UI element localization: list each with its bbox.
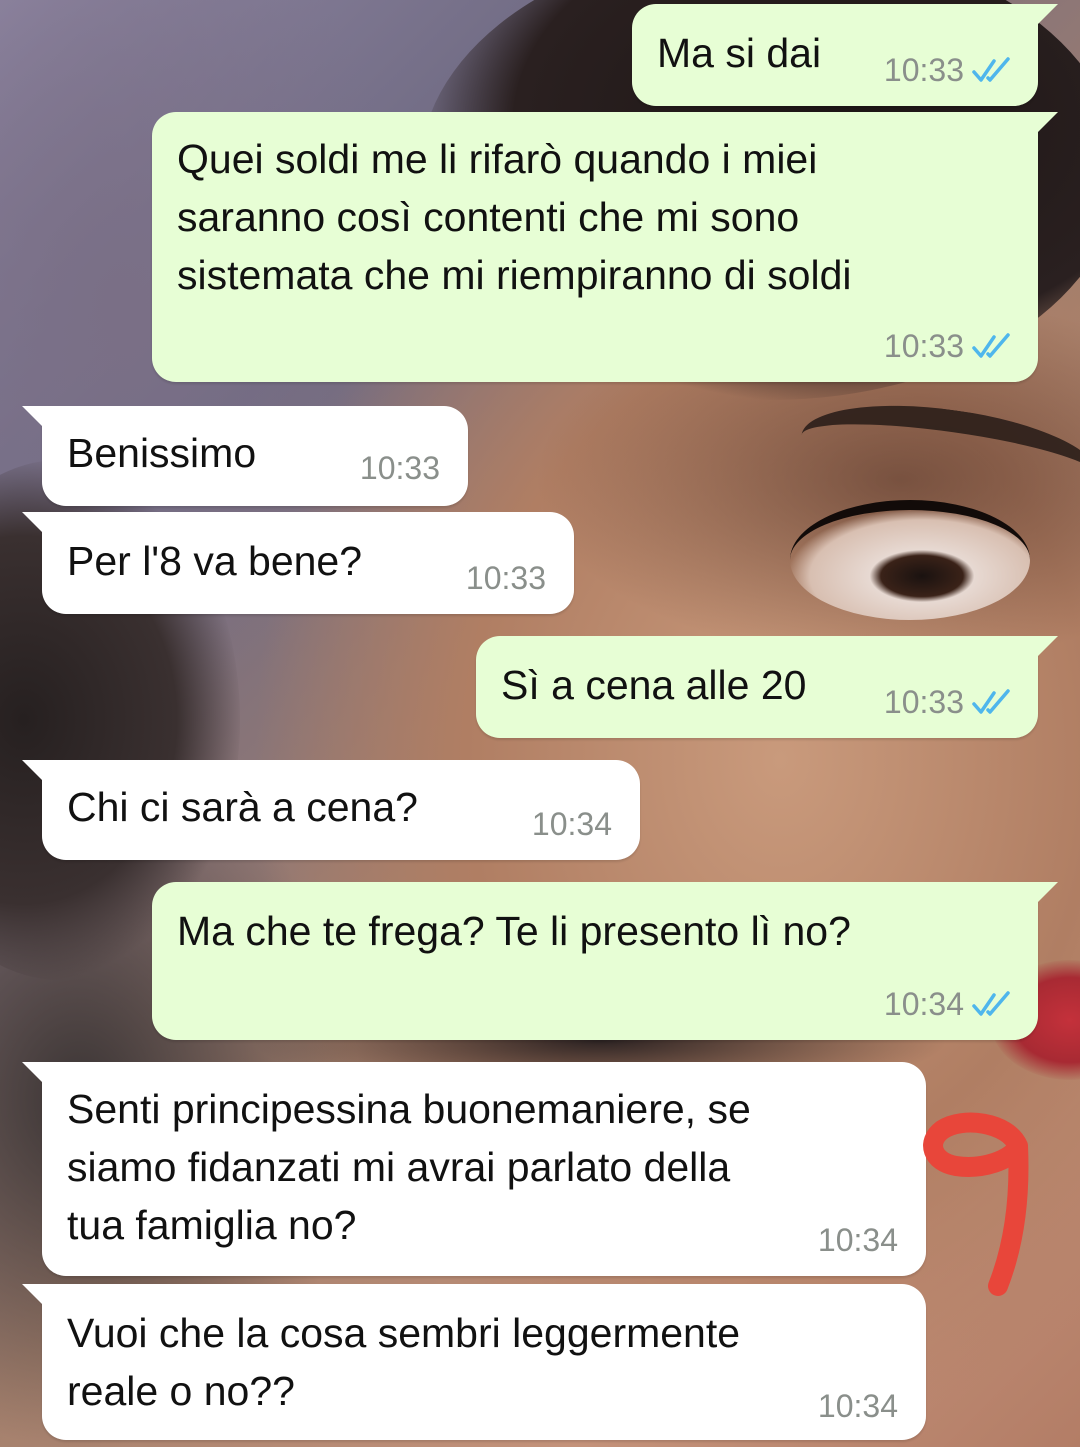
- incoming-message[interactable]: Benissimo 10:33: [22, 406, 468, 506]
- message-meta: 10:33: [466, 560, 546, 596]
- message-meta: 10:33: [884, 52, 1014, 88]
- double-check-read-icon: [972, 689, 1010, 714]
- message-time: 10:34: [531, 806, 612, 842]
- outgoing-message[interactable]: Quei soldi me li rifarò quando i miei sa…: [152, 112, 1058, 382]
- message-meta: 10:34: [818, 1222, 898, 1258]
- message-text: Per l'8 va bene?: [67, 538, 363, 584]
- message-time: 10:33: [883, 52, 964, 88]
- message-time: 10:33: [883, 684, 964, 720]
- message-meta: 10:34: [532, 806, 612, 842]
- message-time: 10:34: [817, 1388, 898, 1424]
- message-text: Senti principessina buonemaniere, se sia…: [67, 1086, 751, 1248]
- message-meta: 10:33: [884, 684, 1014, 720]
- message-time: 10:34: [883, 986, 964, 1022]
- outgoing-message[interactable]: Ma si dai 10:33: [632, 4, 1058, 106]
- message-text: Ma si dai: [657, 30, 822, 76]
- message-text: Vuoi che la cosa sembri leggermente real…: [67, 1310, 741, 1414]
- message-meta: 10:33: [360, 450, 440, 486]
- message-meta: 10:34: [818, 1388, 898, 1424]
- wallpaper-eye: [790, 500, 1030, 620]
- message-text: Chi ci sarà a cena?: [67, 784, 418, 830]
- message-text: Ma che te frega? Te li presento lì no?: [177, 908, 851, 954]
- message-text: Benissimo: [67, 430, 257, 476]
- incoming-message[interactable]: Chi ci sarà a cena? 10:34: [22, 760, 640, 860]
- message-time: 10:34: [817, 1222, 898, 1258]
- incoming-message[interactable]: Per l'8 va bene? 10:33: [22, 512, 574, 614]
- message-text: Sì a cena alle 20: [501, 662, 807, 708]
- message-time: 10:33: [465, 560, 546, 596]
- message-text: Quei soldi me li rifarò quando i miei sa…: [177, 136, 852, 298]
- message-meta: 10:33: [884, 328, 1014, 364]
- outgoing-message[interactable]: Sì a cena alle 20 10:33: [476, 636, 1058, 738]
- incoming-message[interactable]: Senti principessina buonemaniere, se sia…: [22, 1062, 926, 1276]
- message-time: 10:33: [883, 328, 964, 364]
- double-check-read-icon: [972, 991, 1010, 1016]
- message-time: 10:33: [359, 450, 440, 486]
- double-check-read-icon: [972, 57, 1010, 82]
- double-check-read-icon: [972, 333, 1010, 358]
- handwritten-number-9-annotation: [923, 1112, 1029, 1296]
- outgoing-message[interactable]: Ma che te frega? Te li presento lì no? 1…: [152, 882, 1058, 1040]
- message-meta: 10:34: [884, 986, 1014, 1022]
- incoming-message[interactable]: Vuoi che la cosa sembri leggermente real…: [22, 1284, 926, 1440]
